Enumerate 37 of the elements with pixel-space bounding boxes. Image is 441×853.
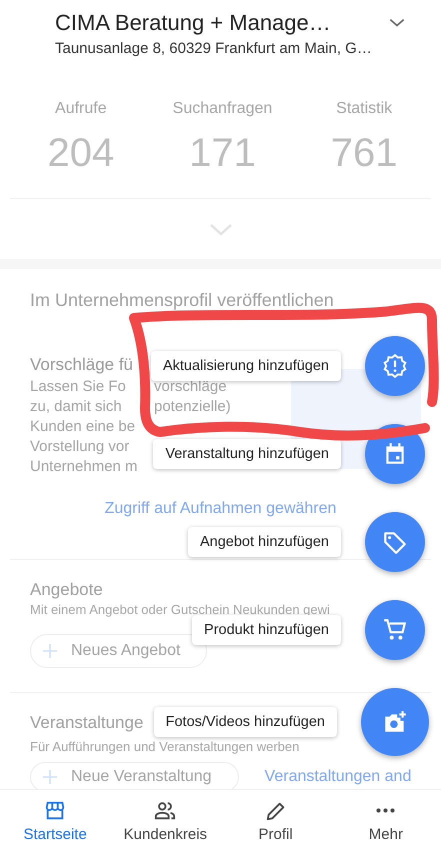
suggestion-text: Lassen Sie Fo xyxy=(30,377,127,397)
suggestion-text: Unternehmen m xyxy=(30,457,136,477)
suggestion-text: zu, damit sich xyxy=(30,397,123,417)
stat-value: 171 xyxy=(188,130,257,176)
nav-tab[interactable]: Mehr xyxy=(330,790,441,853)
plus-icon xyxy=(43,770,57,784)
action-fab[interactable] xyxy=(365,600,425,660)
stat-value: 761 xyxy=(330,130,399,176)
section-heading: Im Unternehmensprofil veröffentlichen xyxy=(30,290,335,311)
business-address: Taunusanlage 8, 60329 Frankfurt am Main, G… xyxy=(54,39,373,59)
alert-badge-icon xyxy=(382,353,408,379)
action-label[interactable]: Angebot hinzufügen xyxy=(188,527,341,557)
more-icon xyxy=(376,808,396,813)
suggestion-text: Vorstellung vor xyxy=(30,437,130,457)
business-name: CIMA Beratung + Manage… xyxy=(55,9,331,37)
nav-tab[interactable]: Kundenkreis xyxy=(110,790,220,853)
people-icon xyxy=(153,800,178,822)
plus-icon xyxy=(43,644,57,658)
section-subtitle: Für Aufführungen und Veranstaltungen werben xyxy=(30,739,300,754)
section-title: Angebote xyxy=(30,580,103,600)
suggestion-title: Vorschläge fü xyxy=(30,354,134,376)
stat-label: Statistik xyxy=(335,100,394,118)
nav-tab[interactable]: Startseite xyxy=(0,790,110,853)
suggestion-text: Kunden eine be xyxy=(30,417,136,437)
stat-label: Suchanfragen xyxy=(172,100,274,118)
action-fab[interactable] xyxy=(361,688,429,756)
action-label[interactable]: Aktualisierung hinzufügen xyxy=(150,351,341,381)
stat-value: 204 xyxy=(46,130,116,176)
action-label[interactable]: Produkt hinzufügen xyxy=(192,615,341,645)
nav-tab[interactable]: Profil xyxy=(220,790,331,853)
action-label[interactable]: Veranstaltung hinzufügen xyxy=(153,439,341,469)
action-label[interactable]: Fotos/Videos hinzufügen xyxy=(154,707,337,737)
stat-label: Aufrufe xyxy=(54,100,108,118)
section-title: Veranstaltunge xyxy=(30,713,144,733)
action-fab[interactable] xyxy=(365,512,425,572)
action-fab[interactable] xyxy=(365,336,425,396)
suggestion-text: potenzielle) xyxy=(154,397,232,417)
